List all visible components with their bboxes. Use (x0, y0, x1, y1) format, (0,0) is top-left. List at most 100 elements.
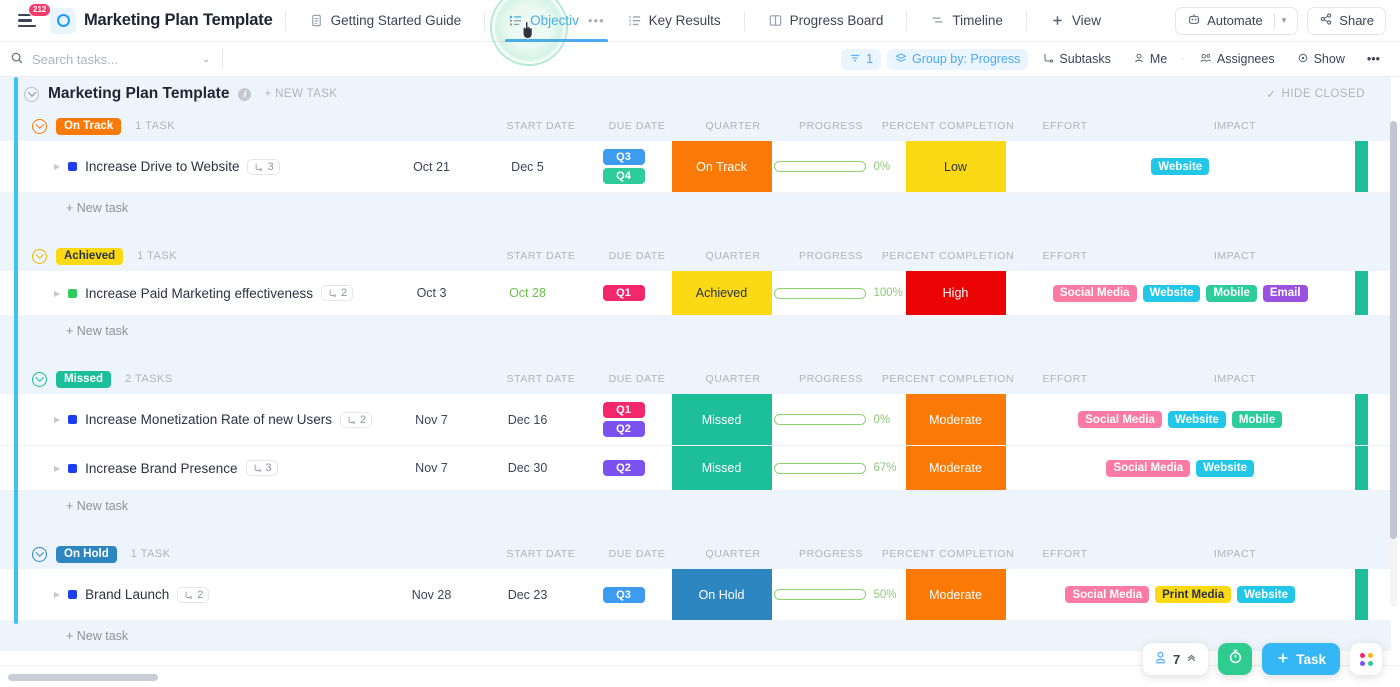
subtask-count-badge[interactable]: 2 (177, 586, 210, 603)
task-name-cell[interactable]: ▶ Brand Launch 2 (0, 569, 384, 620)
task-status-dot[interactable] (68, 415, 78, 424)
collapse-group-button[interactable] (32, 118, 47, 134)
chevron-up-icon[interactable] (1185, 651, 1198, 667)
table-row[interactable]: ▶ Increase Drive to Website 3 Oct 21 Dec 5 Q3… (0, 141, 1391, 193)
column-header-progress[interactable]: PROGRESS (781, 373, 881, 385)
column-header-progress[interactable]: PROGRESS (781, 548, 881, 560)
collapse-group-button[interactable] (32, 546, 47, 562)
column-header-percent-completion[interactable]: PERCENT COMPLETION (881, 120, 1015, 132)
impact-cell[interactable]: Website (1006, 141, 1356, 192)
percent-completion-cell[interactable]: 100% (772, 271, 906, 315)
quarter-cell[interactable]: Q1 Q2 (576, 394, 672, 445)
extra-field-cell[interactable] (1355, 271, 1391, 315)
me-button[interactable]: Me (1125, 49, 1175, 70)
task-name-cell[interactable]: ▶ Increase Paid Marketing effectiveness 2 (0, 271, 384, 315)
show-button[interactable]: Show (1289, 49, 1353, 70)
expand-row-icon[interactable]: ▶ (54, 162, 60, 171)
impact-cell[interactable]: Social Media Website Mobile Email (1006, 271, 1356, 315)
percent-completion-cell[interactable]: 0% (772, 394, 906, 445)
status-badge[interactable]: On Track (56, 117, 122, 135)
progress-cell[interactable]: On Hold (671, 569, 772, 620)
impact-tag[interactable]: Mobile (1231, 411, 1283, 428)
column-header-effort[interactable]: EFFORT (1015, 548, 1115, 560)
task-status-dot[interactable] (68, 590, 78, 599)
impact-tag[interactable]: Website (1196, 459, 1255, 477)
info-icon[interactable]: i (238, 87, 252, 101)
search-input[interactable]: Search tasks... ⌄ (10, 51, 210, 68)
effort-cell[interactable]: Moderate (905, 394, 1006, 445)
tab-timeline[interactable]: Timeline (919, 0, 1014, 42)
horizontal-scrollbar-thumb[interactable] (8, 674, 158, 681)
effort-cell[interactable]: Moderate (905, 569, 1006, 620)
tab-objectives[interactable]: Objectiv ••• (497, 0, 615, 42)
expand-row-icon[interactable]: ▶ (54, 590, 60, 599)
impact-cell[interactable]: Social Media Website (1006, 446, 1356, 490)
space-logo-icon[interactable] (50, 7, 76, 34)
impact-tag[interactable]: Website (1167, 411, 1226, 428)
column-header-quarter[interactable]: QUARTER (685, 373, 781, 385)
column-header-due-date[interactable]: DUE DATE (589, 373, 685, 385)
due-date-cell[interactable]: Dec 5 (480, 141, 576, 192)
task-status-dot[interactable] (68, 463, 78, 473)
collapse-group-button[interactable] (32, 248, 47, 264)
timer-button[interactable] (1218, 643, 1253, 675)
column-header-effort[interactable]: EFFORT (1015, 250, 1115, 262)
status-badge[interactable]: On Hold (56, 545, 117, 563)
column-header-start-date[interactable]: START DATE (493, 120, 589, 132)
impact-tag[interactable]: Social Media (1052, 284, 1137, 302)
hide-closed-toggle[interactable]: ✓ HIDE CLOSED (1266, 87, 1365, 101)
expand-row-icon[interactable]: ▶ (54, 415, 60, 424)
chevron-down-icon[interactable]: ⌄ (202, 54, 210, 65)
column-header-progress[interactable]: PROGRESS (781, 250, 881, 262)
subtask-count-badge[interactable]: 3 (245, 460, 278, 476)
impact-cell[interactable]: Social Media Print Media Website (1006, 569, 1356, 620)
column-header-progress[interactable]: PROGRESS (781, 120, 881, 132)
column-header-start-date[interactable]: START DATE (493, 250, 589, 262)
quarter-tag[interactable]: Q3 (602, 586, 645, 603)
quarter-tag[interactable]: Q4 (602, 168, 645, 184)
column-header-due-date[interactable]: DUE DATE (589, 120, 685, 132)
apps-button[interactable] (1350, 643, 1382, 675)
percent-completion-cell[interactable]: 0% (772, 141, 906, 192)
start-date-cell[interactable]: Nov 28 (384, 569, 480, 620)
table-row[interactable]: ▶ Increase Paid Marketing effectiveness 2 O… (0, 271, 1391, 316)
extra-field-cell[interactable] (1355, 394, 1391, 445)
quarter-cell[interactable]: Q2 (576, 446, 672, 490)
add-view-button[interactable]: View (1039, 0, 1112, 42)
expand-row-icon[interactable]: ▶ (54, 464, 60, 473)
subtasks-button[interactable]: Subtasks (1034, 49, 1118, 70)
more-options-button[interactable]: ••• (1359, 49, 1388, 69)
quarter-tag[interactable]: Q3 (602, 149, 645, 165)
status-badge[interactable]: Missed (56, 370, 111, 388)
impact-cell[interactable]: Social Media Website Mobile (1006, 394, 1356, 445)
start-date-cell[interactable]: Oct 21 (384, 141, 480, 192)
impact-tag[interactable]: Website (1151, 158, 1210, 175)
quarter-cell[interactable]: Q3 Q4 (576, 141, 672, 192)
column-header-percent-completion[interactable]: PERCENT COMPLETION (881, 373, 1015, 385)
progress-cell[interactable]: Missed (671, 394, 772, 445)
add-new-task-row[interactable]: + New task (0, 193, 1391, 223)
assignees-button[interactable]: Assignees (1191, 49, 1283, 70)
due-date-cell[interactable]: Oct 28 (480, 271, 576, 315)
impact-tag[interactable]: Print Media (1155, 586, 1232, 603)
column-header-effort[interactable]: EFFORT (1015, 373, 1115, 385)
effort-cell[interactable]: Low (905, 141, 1006, 192)
tab-more-icon[interactable]: ••• (588, 13, 605, 28)
progress-cell[interactable]: Achieved (671, 271, 772, 315)
task-name[interactable]: Increase Brand Presence (85, 461, 237, 476)
column-header-impact[interactable]: IMPACT (1115, 250, 1355, 262)
percent-completion-cell[interactable]: 67% (772, 446, 906, 490)
column-header-percent-completion[interactable]: PERCENT COMPLETION (881, 250, 1015, 262)
effort-cell[interactable]: Moderate (905, 446, 1006, 490)
quarter-cell[interactable]: Q3 (576, 569, 672, 620)
collapse-list-button[interactable] (24, 86, 39, 102)
task-status-dot[interactable] (68, 162, 78, 171)
task-name-cell[interactable]: ▶ Increase Drive to Website 3 (0, 141, 384, 192)
impact-tag[interactable]: Social Media (1106, 459, 1191, 477)
subtask-count-badge[interactable]: 3 (247, 158, 280, 175)
impact-tag[interactable]: Email (1262, 284, 1308, 302)
due-date-cell[interactable]: Dec 30 (480, 446, 576, 490)
column-header-quarter[interactable]: QUARTER (685, 548, 781, 560)
column-header-percent-completion[interactable]: PERCENT COMPLETION (881, 548, 1015, 560)
filter-button[interactable]: 1 (841, 48, 882, 70)
